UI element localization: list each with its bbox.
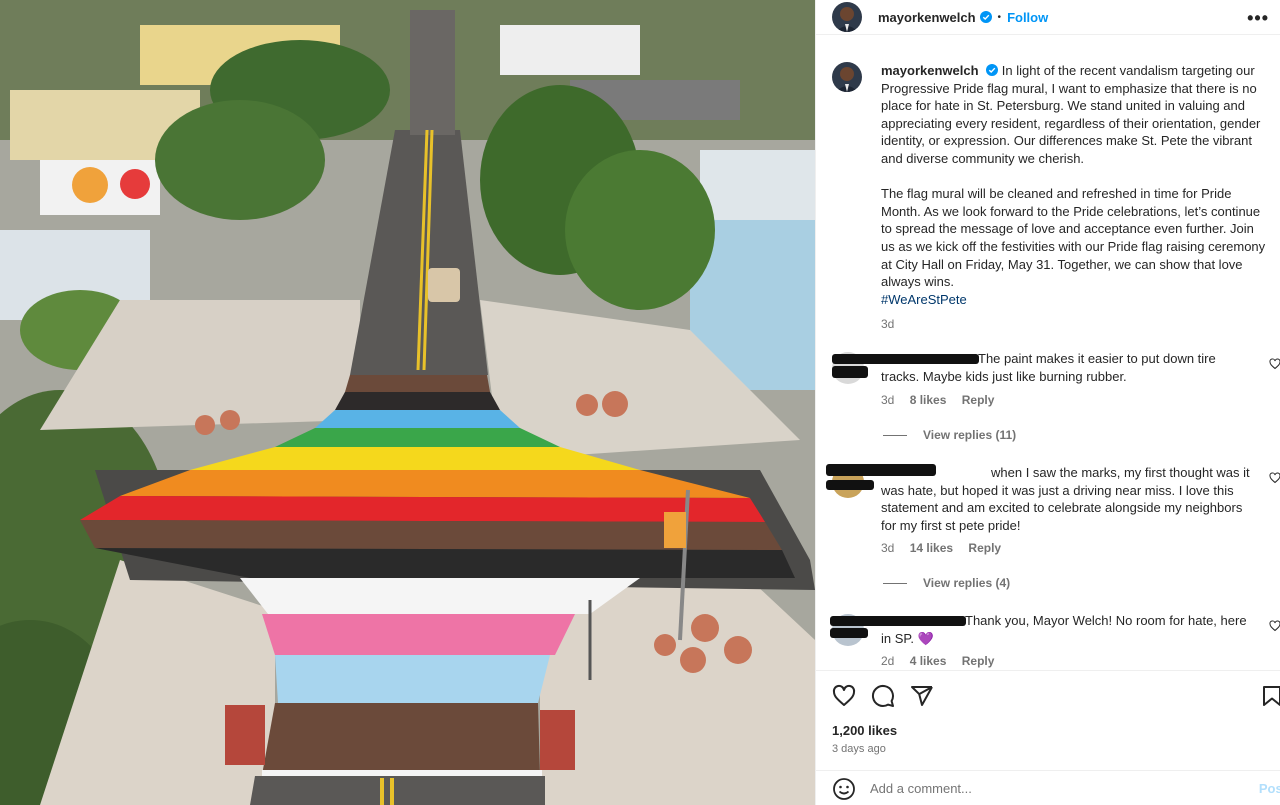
caption-author-avatar[interactable] <box>832 62 862 92</box>
caption-body: mayorkenwelch In light of the recent van… <box>881 48 1271 334</box>
like-comment-heart-icon[interactable] <box>1269 472 1280 484</box>
like-comment-heart-icon[interactable] <box>1269 620 1280 632</box>
hashtag-link[interactable]: #WeAreStPete <box>881 291 1271 309</box>
action-icons <box>832 684 934 708</box>
comment-likes[interactable]: 14 likes <box>910 541 953 555</box>
more-options-icon[interactable]: ••• <box>1247 8 1269 29</box>
verified-badge-icon <box>979 11 992 23</box>
comment-meta: 3d 14 likes Reply <box>881 540 1013 558</box>
comment-text: when I saw the marks, my first thought w… <box>881 465 1250 533</box>
reply-button[interactable]: Reply <box>968 541 1001 555</box>
comment-likes[interactable]: 4 likes <box>910 654 947 668</box>
post-sidebar: mayorkenwelch • Follow ••• mayorkenwelch… <box>815 0 1280 805</box>
replies-divider-line <box>883 435 907 437</box>
comment-likes[interactable]: 8 likes <box>910 393 947 407</box>
author-avatar[interactable] <box>832 2 862 32</box>
instagram-post-view: mayorkenwelch • Follow ••• mayorkenwelch… <box>0 0 1280 805</box>
comment-time: 2d <box>881 654 895 668</box>
comment-icon[interactable] <box>871 684 895 708</box>
post-header: mayorkenwelch • Follow ••• <box>816 0 1280 35</box>
post-photo[interactable] <box>0 0 815 805</box>
comment-meta: 2d 4 likes Reply <box>881 653 1006 668</box>
comment-time: 3d <box>881 393 895 407</box>
comment-text: Thank you, Mayor Welch! No room for hate… <box>881 613 1247 646</box>
heart-icon[interactable] <box>832 684 856 708</box>
comments-scroll-area[interactable]: mayorkenwelch In light of the recent van… <box>816 48 1280 668</box>
view-replies-label: View replies (4) <box>923 576 1011 590</box>
caption-paragraph-2: The flag mural will be cleaned and refre… <box>881 186 1266 290</box>
follow-button[interactable]: Follow <box>1007 10 1048 25</box>
verified-badge-icon <box>986 64 999 76</box>
view-replies-button[interactable]: View replies (4) <box>883 575 1010 593</box>
caption-username[interactable]: mayorkenwelch <box>881 63 979 78</box>
post-caption: mayorkenwelch In light of the recent van… <box>816 48 1280 334</box>
like-comment-heart-icon[interactable] <box>1269 358 1280 370</box>
comment-text: The paint makes it easier to put down ti… <box>881 351 1216 384</box>
post-actions-bar: 1,200 likes 3 days ago Post <box>816 670 1280 805</box>
post-date: 3 days ago <box>832 743 886 755</box>
reply-button[interactable]: Reply <box>962 654 995 668</box>
add-comment-bar: Post <box>816 770 1280 805</box>
author-username[interactable]: mayorkenwelch <box>878 10 976 25</box>
comment-input[interactable] <box>870 781 1230 796</box>
caption-timestamp: 3d <box>881 317 895 332</box>
view-replies-button[interactable]: View replies (11) <box>883 427 1016 445</box>
view-replies-label: View replies (11) <box>923 428 1017 442</box>
redaction-bar <box>832 366 868 378</box>
redaction-bar <box>826 480 874 490</box>
redaction-bar <box>830 628 868 638</box>
bookmark-icon[interactable] <box>1260 684 1280 708</box>
replies-divider-line <box>883 583 907 585</box>
comment-meta: 3d 8 likes Reply <box>881 392 1006 410</box>
comment-time: 3d <box>881 541 895 555</box>
caption-paragraph-1: In light of the recent vandalism targeti… <box>881 63 1261 166</box>
pride-crosswalk-aerial-image <box>0 0 815 805</box>
emoji-icon[interactable] <box>832 777 856 801</box>
reply-button[interactable]: Reply <box>962 393 995 407</box>
separator-dot: • <box>997 11 1002 23</box>
share-icon[interactable] <box>910 684 934 708</box>
likes-count[interactable]: 1,200 likes <box>832 723 897 738</box>
post-comment-button[interactable]: Post <box>1259 781 1280 796</box>
